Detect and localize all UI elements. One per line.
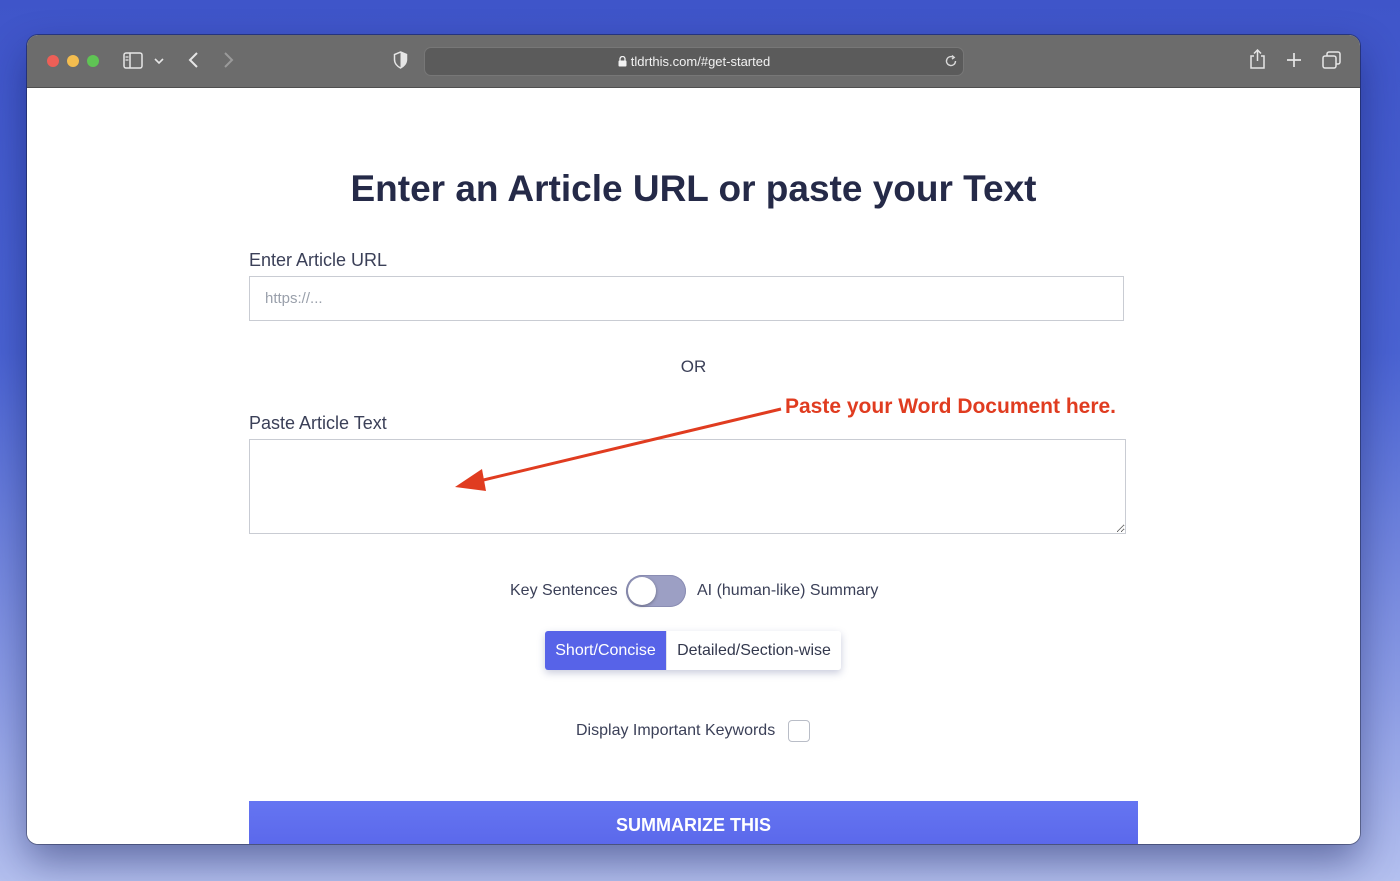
summary-mode-toggle[interactable] [626,575,686,607]
article-url-input[interactable] [249,276,1124,321]
toggle-right-label: AI (human-like) Summary [697,582,879,599]
or-divider: OR [680,357,707,376]
close-window-button[interactable] [47,55,59,67]
url-text: tldrthis.com/#get-started [630,54,771,69]
tab-overview-icon[interactable] [1322,51,1341,69]
address-bar[interactable]: tldrthis.com/#get-started [424,47,964,76]
lock-icon [618,55,627,67]
page-content: Enter an Article URL or paste your Text … [27,88,1360,844]
text-field-label: Paste Article Text [249,413,387,433]
browser-window: tldrthis.com/#get-started Enter an Artic… [27,35,1360,844]
browser-toolbar: tldrthis.com/#get-started [27,35,1360,88]
detailed-section-wise-button[interactable]: Detailed/Section-wise [666,631,841,670]
summarize-button[interactable]: SUMMARIZE THIS [249,801,1138,844]
keywords-checkbox[interactable] [788,720,810,742]
chevron-down-icon[interactable] [154,57,164,65]
privacy-shield-icon[interactable] [393,51,408,69]
address-bar-url: tldrthis.com/#get-started [425,54,963,69]
annotation-text: Paste your Word Document here. [785,395,1117,418]
article-text-input[interactable] [249,439,1126,534]
forward-icon[interactable] [223,51,235,69]
minimize-window-button[interactable] [67,55,79,67]
back-icon[interactable] [187,51,199,69]
new-tab-icon[interactable] [1286,52,1302,68]
short-concise-button[interactable]: Short/Concise [545,631,666,670]
summary-length-selector: Short/Concise Detailed/Section-wise [545,631,841,670]
reload-icon[interactable] [944,54,958,68]
toggle-left-label: Key Sentences [510,582,618,599]
url-field-label: Enter Article URL [249,250,388,270]
share-icon[interactable] [1249,49,1266,70]
sidebar-icon[interactable] [123,52,143,69]
maximize-window-button[interactable] [87,55,99,67]
keywords-label: Display Important Keywords [576,722,776,739]
page-title: Enter an Article URL or paste your Text [350,168,1037,209]
toggle-knob [628,577,656,605]
